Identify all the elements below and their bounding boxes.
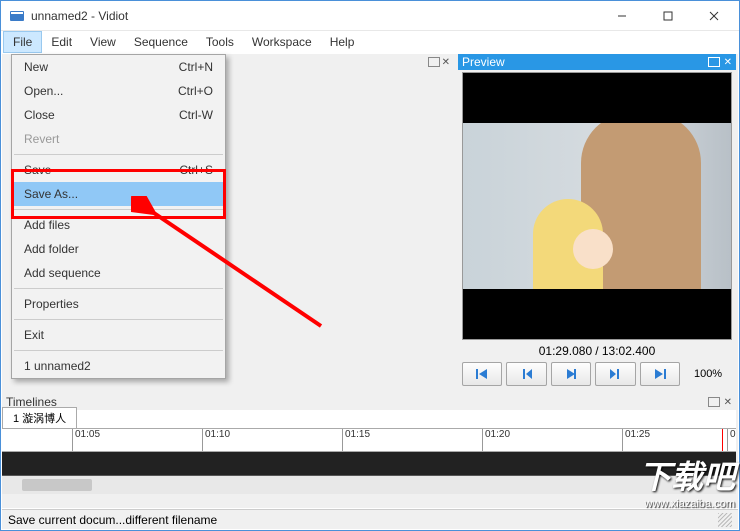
maximize-button[interactable] <box>645 1 691 31</box>
menu-item-close[interactable]: CloseCtrl-W <box>12 103 225 127</box>
goto-start-button[interactable] <box>462 362 502 386</box>
menu-item-recent[interactable]: 1 unnamed2 <box>12 354 225 378</box>
watermark-url: www.xiazaiba.com <box>639 498 735 510</box>
menu-item-new[interactable]: NewCtrl+N <box>12 55 225 79</box>
ruler-tick: 01:20 <box>482 429 510 452</box>
timeline-tabs: 1 漩涡博人 <box>2 410 736 428</box>
resize-grip[interactable] <box>718 513 732 527</box>
statusbar: Save current docum...different filename <box>2 509 738 529</box>
status-text: Save current docum...different filename <box>8 513 217 527</box>
menu-item-add-sequence[interactable]: Add sequence <box>12 261 225 285</box>
video-frame <box>463 123 731 289</box>
zoom-level[interactable]: 100% <box>684 362 732 386</box>
dock-close-icon[interactable]: ✕ <box>724 397 732 408</box>
timeline-tab[interactable]: 1 漩涡博人 <box>2 407 77 428</box>
goto-end-button[interactable] <box>640 362 680 386</box>
menu-sequence[interactable]: Sequence <box>125 31 197 53</box>
timelines-title: Timelines <box>6 395 708 409</box>
file-menu-dropdown: NewCtrl+N Open...Ctrl+O CloseCtrl-W Reve… <box>11 54 226 379</box>
timeline-track[interactable] <box>2 452 736 476</box>
step-forward-button[interactable] <box>595 362 635 386</box>
menu-separator <box>14 209 223 210</box>
menu-item-add-folder[interactable]: Add folder <box>12 237 225 261</box>
ruler-tick: 01:05 <box>72 429 100 452</box>
menu-separator <box>14 154 223 155</box>
menu-item-add-files[interactable]: Add files <box>12 213 225 237</box>
timecode-display: 01:29.080 / 13:02.400 <box>458 340 736 362</box>
preview-title: Preview <box>462 55 708 69</box>
timeline-ruler[interactable]: 01:05 01:10 01:15 01:20 01:25 01 <box>2 428 736 452</box>
titlebar: unnamed2 - Vidiot <box>1 1 739 31</box>
dock-restore-icon[interactable] <box>428 57 440 67</box>
time-total: 13:02.400 <box>602 344 655 358</box>
letterbox-bottom <box>463 289 731 339</box>
menu-item-save-as[interactable]: Save As... <box>12 182 225 206</box>
menubar: File Edit View Sequence Tools Workspace … <box>1 31 739 53</box>
menu-separator <box>14 288 223 289</box>
menu-workspace[interactable]: Workspace <box>243 31 321 53</box>
preview-panel: Preview ✕ 01:29.080 / 13:02.400 100% <box>458 54 736 390</box>
timelines-panel: Timelines ✕ 1 漩涡博人 01:05 01:10 01:15 01:… <box>2 394 736 508</box>
menu-item-open[interactable]: Open...Ctrl+O <box>12 79 225 103</box>
minimize-button[interactable] <box>599 1 645 31</box>
transport-controls: 100% <box>458 362 736 390</box>
play-button[interactable] <box>551 362 591 386</box>
dock-close-icon[interactable]: ✕ <box>442 57 450 68</box>
menu-separator <box>14 319 223 320</box>
watermark-logo: 下载吧 <box>639 452 735 498</box>
watermark: 下载吧 www.xiazaiba.com <box>639 452 735 510</box>
close-button[interactable] <box>691 1 737 31</box>
dock-close-icon[interactable]: ✕ <box>724 57 732 68</box>
menu-item-revert: Revert <box>12 127 225 151</box>
menu-view[interactable]: View <box>81 31 125 53</box>
window-title: unnamed2 - Vidiot <box>31 9 599 23</box>
playhead[interactable] <box>722 429 723 451</box>
menu-item-save[interactable]: SaveCtrl+S <box>12 158 225 182</box>
letterbox-top <box>463 73 731 123</box>
ruler-tick: 01 <box>727 429 736 452</box>
menu-separator <box>14 350 223 351</box>
menu-file[interactable]: File <box>3 31 42 53</box>
menu-item-properties[interactable]: Properties <box>12 292 225 316</box>
menu-tools[interactable]: Tools <box>197 31 243 53</box>
dock-restore-icon[interactable] <box>708 57 720 67</box>
menu-help[interactable]: Help <box>321 31 364 53</box>
menu-item-exit[interactable]: Exit <box>12 323 225 347</box>
menu-edit[interactable]: Edit <box>42 31 81 53</box>
video-viewport[interactable] <box>462 72 732 340</box>
time-current: 01:29.080 <box>539 344 592 358</box>
timeline-scrollbar[interactable] <box>2 476 736 494</box>
ruler-tick: 01:25 <box>622 429 650 452</box>
dock-restore-icon[interactable] <box>708 397 720 407</box>
step-back-button[interactable] <box>506 362 546 386</box>
ruler-tick: 01:10 <box>202 429 230 452</box>
ruler-tick: 01:15 <box>342 429 370 452</box>
scrollbar-thumb[interactable] <box>22 479 92 491</box>
app-icon <box>9 8 25 24</box>
